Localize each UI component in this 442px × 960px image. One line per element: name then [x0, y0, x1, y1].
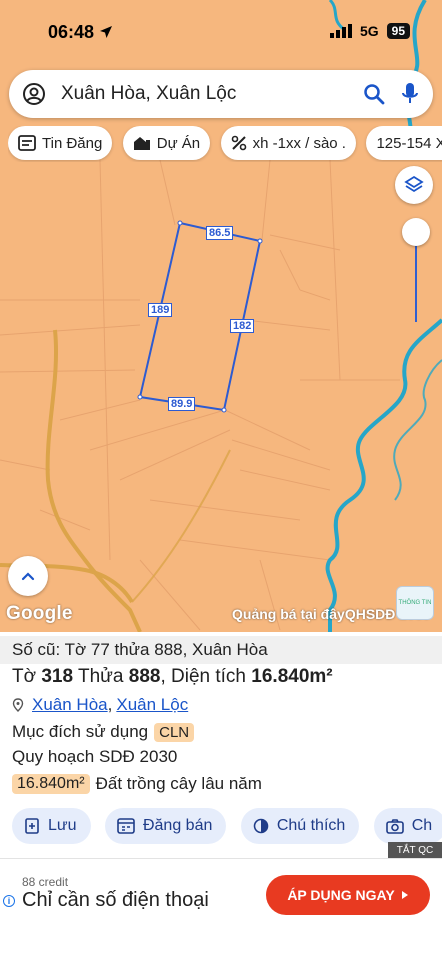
legend-button[interactable]: Chú thích [240, 808, 360, 844]
clock-time: 06:48 [48, 22, 95, 42]
chevron-up-icon [21, 572, 35, 581]
land-use-code[interactable]: CLN [154, 722, 195, 742]
post-sale-label: Đăng bán [142, 817, 213, 834]
promo-label: Quảng bá tại đây [232, 606, 345, 622]
search-query[interactable]: Xuân Hòa, Xuân Lộc [61, 83, 361, 105]
parcel-location: Xuân Hòa, Xuân Lộc [12, 695, 188, 715]
plan-area-description: Đất trồng cây lâu năm [95, 774, 262, 793]
legend-icon [253, 818, 269, 834]
google-logo: Google [6, 603, 73, 624]
sheet-label: Tờ [12, 666, 37, 687]
price-tag-icon [231, 135, 246, 151]
play-arrow-icon [401, 891, 408, 899]
info-thumbnail[interactable]: THÔNG TIN [396, 586, 434, 620]
layers-icon [404, 175, 424, 193]
chip-price[interactable]: xh -1xx / sào . [220, 126, 356, 160]
expand-button[interactable] [8, 556, 48, 596]
thumbnail-label: THÔNG TIN [398, 599, 432, 606]
search-bar[interactable]: Xuân Hòa, Xuân Lộc [9, 70, 433, 118]
plan-area-value: 16.840m² [12, 774, 90, 794]
ad-credit: 88 credit [22, 875, 69, 889]
account-icon[interactable] [19, 79, 49, 109]
save-button[interactable]: Lưu [12, 808, 91, 844]
save-label: Lưu [48, 817, 77, 834]
sell-icon [117, 818, 135, 834]
save-icon [25, 818, 39, 834]
microphone-icon[interactable] [397, 81, 423, 107]
chip-projects[interactable]: Dự Án [122, 126, 211, 160]
legend-label: Chú thích [276, 817, 346, 834]
chip-label: 125-154 Xu [376, 134, 442, 152]
status-bar: 06:48 5G 95 [0, 0, 442, 64]
chip-price-range[interactable]: 125-154 Xu [366, 126, 442, 160]
chip-label: xh -1xx / sào . [252, 134, 346, 152]
land-use: Mục đích sử dụng CLN [12, 722, 195, 742]
location-arrow-icon [100, 26, 113, 38]
parcel-dimension-top: 86.5 [206, 226, 234, 240]
ad-banner[interactable]: 88 credit i Chỉ cần số điện thoại ÁP DỤN… [0, 858, 442, 960]
area-label: Diện tích [171, 666, 246, 687]
chip-label: Dự Án [156, 134, 201, 152]
ad-info-icon[interactable]: i [3, 895, 15, 907]
network-type: 5G [359, 23, 379, 39]
listing-icon [18, 135, 36, 151]
ad-cta-button[interactable]: ÁP DỤNG NGAY [266, 875, 430, 915]
action-buttons: Lưu Đăng bán Chú thích Ch [12, 808, 442, 848]
ad-headline: Chỉ cần số điện thoại [22, 889, 209, 911]
clock: 06:48 [48, 22, 113, 43]
project-icon [133, 137, 150, 150]
plan-label: Quy hoạch SDĐ 2030 [12, 747, 178, 766]
parcel-dimension-left: 189 [148, 303, 173, 317]
photo-label: Ch [411, 817, 433, 834]
plan-area-row: 16.840m² Đất trồng cây lâu năm [12, 774, 262, 794]
plot-label: Thửa [78, 666, 124, 687]
search-icon[interactable] [361, 81, 387, 107]
layers-button[interactable] [395, 166, 433, 204]
commune-link[interactable]: Xuân Hòa [32, 695, 108, 715]
ad-cta-label: ÁP DỤNG NGAY [287, 887, 395, 903]
parcel-dimension-right: 182 [230, 319, 255, 333]
camera-icon [385, 819, 404, 834]
plot-number: 888 [128, 666, 161, 687]
post-sale-button[interactable]: Đăng bán [104, 808, 227, 844]
old-parcel-info: Số cũ: Tờ 77 thửa 888, Xuân Hòa [0, 636, 442, 664]
filter-chips: Tin Đăng Dự Án xh -1xx / sào . 125-154 X… [8, 126, 442, 162]
separator: , [107, 695, 113, 714]
location-pin-icon [12, 698, 24, 712]
hide-ads-button[interactable]: TẮT QC [388, 842, 442, 858]
chip-label: Tin Đăng [42, 134, 103, 152]
parcel-info-panel: Số cũ: Tờ 77 thửa 888, Xuân Hòa Tờ 318 T… [0, 632, 442, 858]
status-indicators: 5G 95 [329, 23, 410, 39]
photo-button[interactable]: Ch [373, 808, 442, 844]
separator: , [160, 666, 166, 687]
opacity-slider-knob[interactable] [402, 218, 430, 246]
land-use-label: Mục đích sử dụng [12, 722, 149, 741]
sheet-number: 318 [41, 666, 74, 687]
chip-listings[interactable]: Tin Đăng [8, 126, 113, 160]
battery-level: 95 [386, 23, 410, 39]
signal-icon [329, 24, 352, 38]
parcel-summary: Tờ 318 Thửa 888, Diện tích 16.840m² [12, 666, 333, 688]
parcel-dimension-bottom: 89.9 [168, 397, 196, 411]
area-value: 16.840m² [251, 666, 333, 687]
district-link[interactable]: Xuân Lộc [116, 695, 188, 715]
